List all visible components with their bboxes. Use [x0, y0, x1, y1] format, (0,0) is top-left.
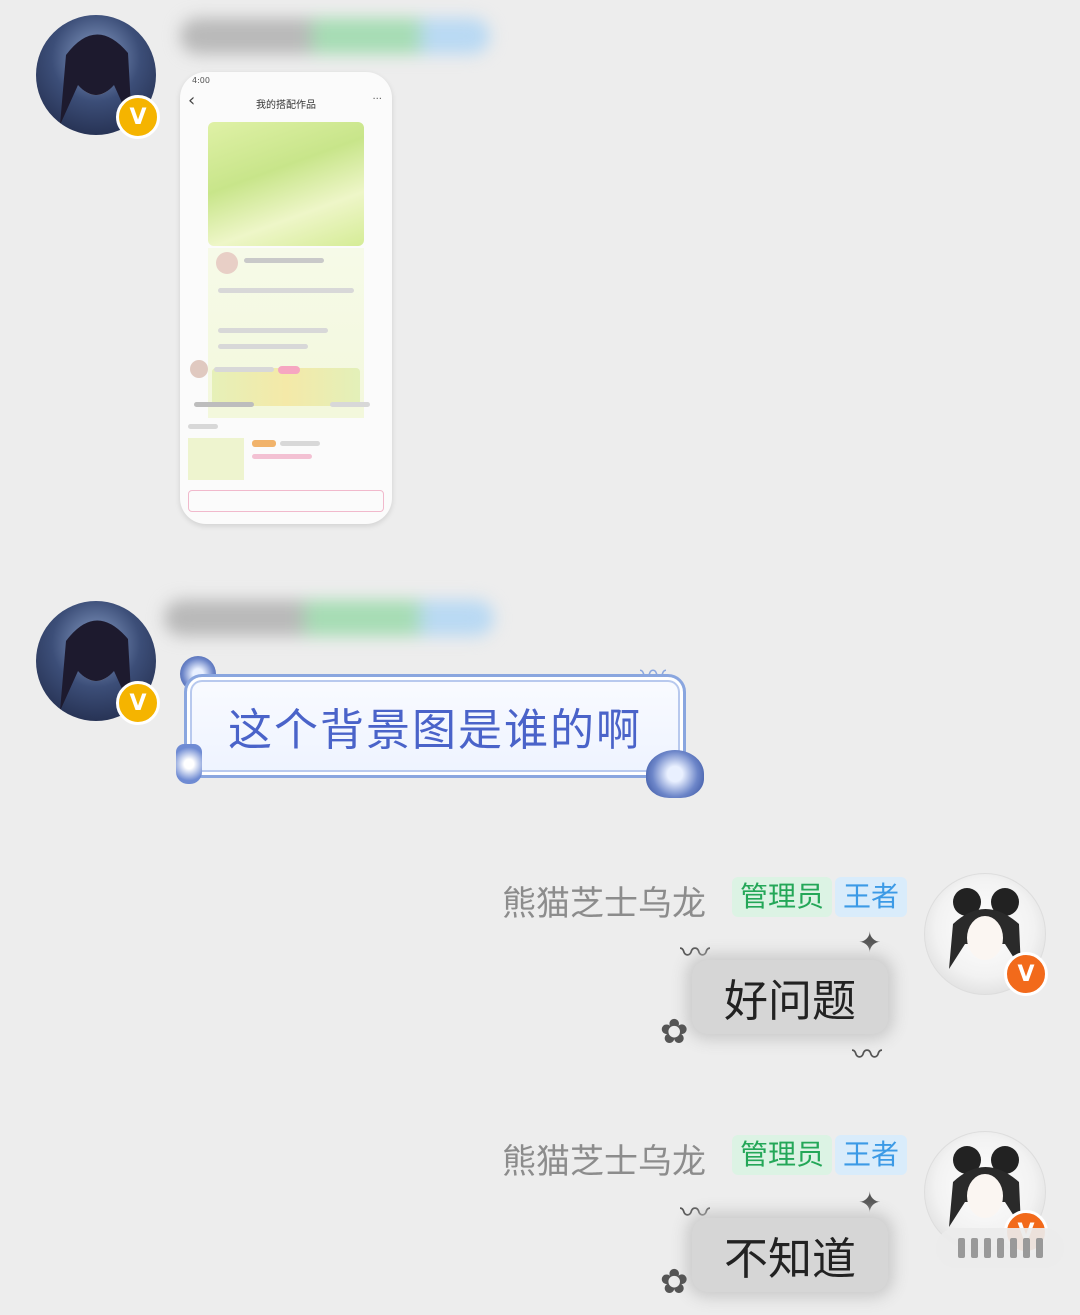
verified-badge-icon: V [116, 681, 160, 725]
porcelain-vase-icon [176, 744, 202, 784]
tag-king: 王者 [835, 1135, 908, 1175]
lotus-icon: ✿ [660, 1262, 689, 1302]
message-bubble[interactable]: 好问题 [692, 960, 888, 1034]
screenshot-bottom-button [188, 490, 384, 512]
screenshot-menu-icon: ··· [372, 94, 382, 105]
verified-badge-icon: V [116, 95, 160, 139]
butterfly-icon: ✦ [858, 926, 882, 959]
tag-admin: 管理员 [732, 1135, 833, 1175]
message-bubble[interactable]: 这个背景图是谁的啊 [184, 674, 686, 778]
lotus-icon: ✿ [660, 1012, 689, 1052]
porcelain-fan-icon [646, 750, 704, 798]
screenshot-banner [208, 122, 364, 246]
message-text: 不知道 [724, 1234, 856, 1285]
sender-name-blurred [164, 600, 494, 636]
butterfly-icon: ✦ [858, 1186, 882, 1219]
shared-screenshot-image[interactable]: 4:00 ‹ 我的搭配作品 ··· [180, 72, 392, 524]
verified-badge-icon: V [1004, 952, 1048, 996]
screenshot-title: 我的搭配作品 [256, 100, 316, 111]
screenshot-profile-card [208, 248, 364, 418]
sender-name: 熊猫芝士乌龙 [502, 884, 706, 924]
tag-king: 王者 [835, 877, 908, 917]
tag-admin: 管理员 [732, 877, 833, 917]
cloud-swirl-icon: 〰 [640, 660, 667, 690]
message-text: 好问题 [724, 976, 856, 1027]
message-text: 这个背景图是谁的啊 [228, 705, 642, 756]
more-icon[interactable] [936, 1228, 1064, 1268]
message-bubble[interactable]: 不知道 [692, 1218, 888, 1292]
sender-name-blurred [180, 18, 490, 54]
ink-cloud-icon: 〰 [852, 1038, 882, 1073]
screenshot-status-time: 4:00 [192, 76, 210, 85]
sender-name: 熊猫芝士乌龙 [502, 1142, 706, 1182]
